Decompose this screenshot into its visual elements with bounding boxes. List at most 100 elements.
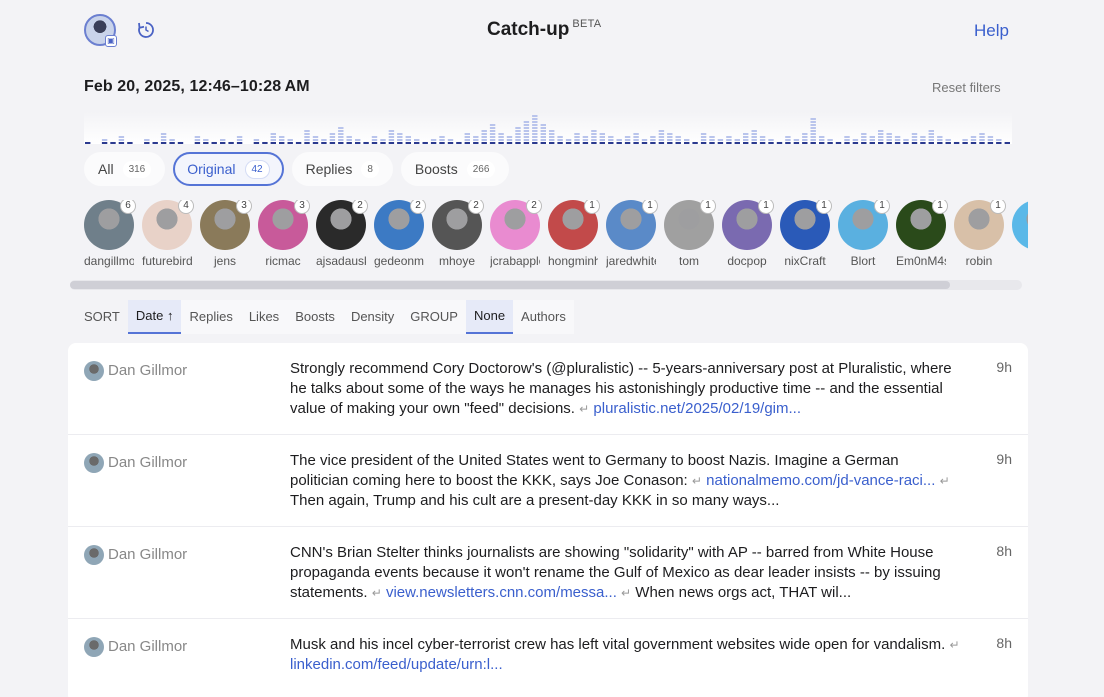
filter-chip-original[interactable]: Original 42 [173, 152, 284, 186]
avatar: 3 [200, 200, 252, 250]
histogram-bar [118, 139, 125, 141]
histogram-bar [532, 121, 538, 123]
histogram-bar [743, 142, 749, 144]
histogram-bar [726, 139, 732, 141]
author-filter[interactable]: 1 robin [954, 200, 1006, 268]
post-text: The vice president of the United States … [290, 451, 960, 511]
filter-label: All [98, 161, 114, 177]
histogram-bar [759, 139, 766, 141]
post-row[interactable]: Dan Gillmor The vice president of the Uni… [68, 435, 1028, 527]
histogram-bar [270, 136, 276, 138]
author-scrollbar[interactable] [70, 280, 1022, 290]
group-none[interactable]: None [465, 300, 514, 334]
author-name: dangillmor [84, 254, 134, 268]
histogram-bar [557, 136, 563, 138]
histogram-bar [515, 142, 521, 144]
histogram-bar [321, 142, 327, 144]
author-filter[interactable]: 6 dangillmor [84, 200, 136, 268]
histogram-bar [591, 142, 597, 144]
sort-likes[interactable]: Likes [240, 300, 288, 334]
author-filter[interactable]: 1 docpop [722, 200, 774, 268]
post-link[interactable]: nationalmemo.com/jd-vance-raci... [706, 472, 935, 489]
author-filter[interactable]: 1 hongminhee [548, 200, 600, 268]
help-link[interactable]: Help [974, 21, 1009, 41]
histogram-bar [633, 133, 639, 135]
post-author-avatar[interactable] [84, 637, 104, 657]
histogram-bar [759, 142, 766, 144]
activity-histogram[interactable] [84, 112, 1012, 144]
histogram-bar [658, 130, 665, 132]
post-tail: When news orgs act, THAT wil... [635, 584, 852, 601]
post-row[interactable]: Dan Gillmor CNN's Brian Stelter thinks jo… [68, 527, 1028, 619]
post-link[interactable]: pluralistic.net/2025/02/19/gim... [593, 400, 801, 417]
histogram-bar [920, 142, 926, 144]
post-row[interactable]: Dan Gillmor Musk and his incel cyber-terr… [68, 619, 1028, 697]
histogram-bar [684, 142, 690, 144]
post-author-avatar[interactable] [84, 361, 104, 381]
author-count-badge: 6 [120, 200, 136, 214]
author-filter[interactable] [1012, 200, 1028, 254]
author-filter[interactable]: 4 futurebird [142, 200, 194, 268]
histogram-bar [540, 136, 546, 138]
post-link[interactable]: linkedin.com/feed/update/urn:l... [290, 656, 503, 673]
histogram-bar [810, 133, 816, 135]
author-filter[interactable]: 3 jens [200, 200, 252, 268]
sort-density[interactable]: Density [342, 300, 403, 334]
histogram-bar [464, 139, 470, 141]
author-filter[interactable]: 1 Em0nM4stodon [896, 200, 948, 268]
sort-boosts[interactable]: Boosts [287, 300, 343, 334]
histogram-bar [987, 139, 994, 141]
histogram-bar [920, 139, 926, 141]
refresh-icon[interactable] [136, 20, 156, 40]
post-author-name[interactable]: Dan Gillmor [108, 454, 187, 471]
histogram-bar [844, 142, 850, 144]
histogram-bar [473, 139, 479, 141]
author-filter[interactable]: 1 nixCraft [780, 200, 832, 268]
post-row[interactable]: Dan Gillmor Strongly recommend Cory Docto… [68, 343, 1028, 435]
histogram-bar [591, 133, 597, 135]
account-avatar[interactable]: ▣ [84, 14, 117, 47]
histogram-bar [810, 136, 816, 138]
sort-date[interactable]: Date ↑ [127, 300, 182, 334]
return-arrow-icon: ↵ [371, 586, 382, 600]
histogram-bar [928, 142, 934, 144]
histogram-bar [726, 136, 732, 138]
sort-replies[interactable]: Replies [181, 300, 241, 334]
histogram-bar [498, 142, 504, 144]
author-filter[interactable]: 2 mhoye [432, 200, 484, 268]
author-filter[interactable]: 3 ricmac [258, 200, 310, 268]
histogram-bar [743, 133, 749, 135]
post-author-name[interactable]: Dan Gillmor [108, 546, 187, 563]
filter-chip-replies[interactable]: Replies 8 [291, 152, 393, 186]
post-author-avatar[interactable] [84, 545, 104, 565]
group-authors[interactable]: Authors [513, 300, 574, 334]
histogram-bar [304, 133, 310, 135]
author-filter[interactable]: 2 jcrabapple [490, 200, 542, 268]
author-name: Em0nM4stodon [896, 254, 946, 268]
histogram-bar [338, 130, 344, 132]
post-author-avatar[interactable] [84, 453, 104, 473]
histogram-bar [304, 130, 310, 132]
post-author-name[interactable]: Dan Gillmor [108, 362, 187, 379]
scrollbar-thumb[interactable] [70, 281, 950, 289]
post-author-name[interactable]: Dan Gillmor [108, 638, 187, 655]
post-link[interactable]: view.newsletters.cnn.com/messa... [386, 584, 617, 601]
histogram-bar [489, 127, 496, 129]
author-filter[interactable]: 1 Blort [838, 200, 890, 268]
histogram-bar [641, 142, 648, 144]
author-filter[interactable]: 2 ajsadauskas [316, 200, 368, 268]
histogram-bar [743, 136, 749, 138]
date-range: Feb 20, 2025, 12:46–10:28 AM [84, 78, 310, 95]
filter-chip-all[interactable]: All 316 [84, 152, 166, 186]
filter-chip-boosts[interactable]: Boosts 266 [400, 152, 510, 186]
reset-filters-button[interactable]: Reset filters [932, 80, 1001, 95]
post-body: Musk and his incel cyber-terrorist crew … [290, 636, 946, 653]
author-filter[interactable]: 1 tom [664, 200, 716, 268]
histogram-bar [540, 130, 546, 132]
post-age: 9h [996, 451, 1012, 467]
histogram-bar [160, 139, 167, 141]
author-filter[interactable]: 2 gedeonm [374, 200, 426, 268]
histogram-bar [304, 136, 310, 138]
histogram-bar [355, 139, 361, 141]
author-filter[interactable]: 1 jaredwhite [606, 200, 658, 268]
